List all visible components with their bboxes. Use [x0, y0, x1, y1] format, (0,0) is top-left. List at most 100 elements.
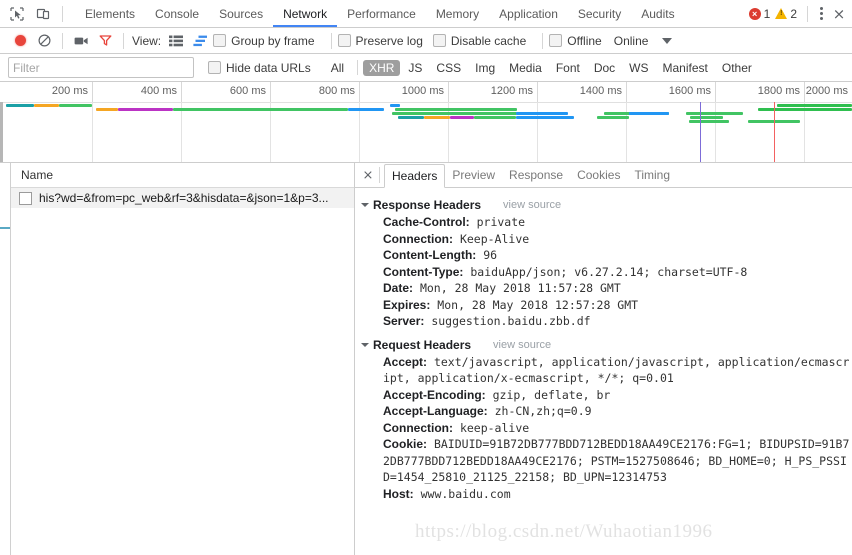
tab-cookies[interactable]: Cookies: [570, 164, 627, 187]
overview-gridline: [804, 102, 805, 162]
request-headers-title: Request Headers: [373, 337, 472, 352]
header-row: Accept: text/javascript, application/jav…: [363, 354, 852, 387]
offline-label: Offline: [567, 33, 602, 48]
header-name: Accept-Language:: [383, 404, 488, 418]
header-row: Server: suggestion.baidu.zbb.df: [363, 313, 852, 330]
tab-audits[interactable]: Audits: [631, 1, 684, 27]
tab-network[interactable]: Network: [273, 1, 338, 27]
filter-type-all[interactable]: All: [325, 60, 350, 76]
filter-type-font[interactable]: Font: [550, 60, 586, 76]
dom-content-loaded-marker: [700, 102, 701, 162]
hide-data-urls-checkbox[interactable]: Hide data URLs: [208, 61, 311, 75]
request-name: his?wd=&from=pc_web&rf=3&hisdata=&json=1…: [39, 191, 329, 205]
tab-headers[interactable]: Headers: [384, 163, 446, 188]
preserve-log-checkbox[interactable]: Preserve log: [337, 33, 423, 48]
filter-type-manifest[interactable]: Manifest: [657, 60, 714, 76]
load-event-marker: [774, 102, 775, 162]
warning-badge[interactable]: 2: [775, 7, 797, 21]
table-row[interactable]: his?wd=&from=pc_web&rf=3&hisdata=&json=1…: [11, 188, 354, 208]
filter-type-doc[interactable]: Doc: [588, 60, 621, 76]
request-headers-section-header[interactable]: Request Headers view source: [361, 337, 852, 352]
overview-left-handle[interactable]: [0, 102, 3, 162]
checkbox-box[interactable]: [213, 34, 227, 47]
chevron-down-icon[interactable]: [361, 203, 369, 207]
checkbox-box[interactable]: [549, 34, 563, 47]
filter-type-css[interactable]: CSS: [430, 60, 467, 76]
waterfall-view-icon[interactable]: [189, 31, 211, 51]
checkbox-box[interactable]: [337, 34, 351, 47]
filter-type-js[interactable]: JS: [402, 60, 428, 76]
disable-cache-checkbox[interactable]: Disable cache: [432, 34, 526, 48]
devtools-window: Elements Console Sources Network Perform…: [0, 0, 852, 555]
filter-type-xhr[interactable]: XHR: [363, 59, 401, 76]
header-value: suggestion.baidu.zbb.df: [431, 314, 591, 328]
header-value: Keep-Alive: [459, 231, 530, 246]
response-headers-title: Response Headers: [373, 198, 482, 212]
timeline-tick: 1800 ms: [715, 82, 805, 102]
overview-request-bar: [629, 112, 669, 115]
chevron-down-icon[interactable]: [361, 342, 369, 347]
header-row: Accept-Language: zh-CN,zh;q=0.9: [363, 403, 852, 420]
overview-request-bar: [6, 104, 34, 107]
tab-sources[interactable]: Sources: [209, 1, 273, 27]
view-source-link[interactable]: view source: [503, 199, 561, 211]
close-details-icon[interactable]: ⨯: [357, 164, 379, 186]
overview-request-bar: [392, 112, 517, 115]
toolbar-divider-1: [62, 32, 63, 49]
filter-type-other[interactable]: Other: [716, 60, 758, 76]
camera-icon[interactable]: [69, 30, 93, 52]
row-checkbox[interactable]: [19, 191, 32, 205]
request-list[interactable]: his?wd=&from=pc_web&rf=3&hisdata=&json=1…: [11, 188, 354, 555]
overview-waterfall[interactable]: [0, 102, 852, 162]
tab-elements[interactable]: Elements: [75, 1, 145, 27]
network-overview[interactable]: 200 ms 400 ms 600 ms 800 ms 1000 ms 1200 ms 14…: [0, 82, 852, 163]
warning-count: 2: [790, 6, 797, 21]
header-value: keep-alive: [459, 420, 530, 435]
list-view-icon[interactable]: [165, 31, 187, 51]
throttling-value[interactable]: Online: [614, 34, 649, 48]
overview-request-bar: [516, 112, 568, 115]
overview-request-bar: [398, 116, 424, 119]
tab-security[interactable]: Security: [568, 1, 631, 27]
offline-checkbox[interactable]: Offline: [549, 33, 602, 48]
requests-column-header[interactable]: Name: [11, 163, 354, 188]
error-badge[interactable]: × 1: [748, 7, 770, 21]
header-name: Server:: [383, 314, 425, 328]
tab-preview[interactable]: Preview: [445, 164, 502, 187]
filter-type-ws[interactable]: WS: [623, 60, 654, 76]
clear-icon[interactable]: [32, 30, 56, 52]
timeline-tick: 200 ms: [0, 82, 93, 102]
filter-type-media[interactable]: Media: [503, 60, 548, 76]
headers-body[interactable]: Response Headers view source Cache-Contr…: [355, 188, 852, 555]
inspect-cursor-icon[interactable]: [4, 1, 30, 26]
overview-request-bar: [173, 108, 348, 111]
response-headers-section-header[interactable]: Response Headers view source: [361, 198, 852, 212]
error-icon: ×: [748, 7, 761, 20]
record-button-icon[interactable]: [8, 30, 32, 52]
kebab-menu-icon[interactable]: [813, 4, 829, 24]
tab-application[interactable]: Application: [489, 1, 568, 27]
filter-funnel-icon[interactable]: [93, 30, 117, 52]
filter-type-img[interactable]: Img: [469, 60, 501, 76]
device-toolbar-icon[interactable]: [30, 1, 56, 26]
view-source-link[interactable]: view source: [493, 339, 551, 351]
left-rail-strip[interactable]: [0, 163, 11, 555]
toolbar-divider-2: [123, 32, 124, 49]
tab-console[interactable]: Console: [145, 1, 209, 27]
checkbox-box[interactable]: [432, 34, 446, 47]
group-by-frame-checkbox[interactable]: Group by frame: [213, 34, 315, 48]
checkbox-box[interactable]: [208, 61, 221, 74]
header-value: BAIDUID=91B72DB777BDD712BEDD18AA49CE2176…: [383, 437, 850, 484]
chevron-down-icon[interactable]: [662, 37, 673, 44]
tab-timing[interactable]: Timing: [627, 164, 677, 187]
header-value: Mon, 28 May 2018 11:57:28 GMT: [419, 281, 621, 295]
close-icon[interactable]: ⨯: [829, 4, 849, 24]
filter-input[interactable]: [8, 57, 194, 78]
overview-request-bar: [118, 108, 173, 111]
overview-gridline: [448, 102, 449, 162]
tab-memory[interactable]: Memory: [426, 1, 489, 27]
preserve-log-label: Preserve log: [355, 33, 423, 48]
tab-performance[interactable]: Performance: [337, 1, 426, 27]
toolbar-divider-4: [542, 32, 544, 49]
tab-response[interactable]: Response: [502, 164, 570, 187]
